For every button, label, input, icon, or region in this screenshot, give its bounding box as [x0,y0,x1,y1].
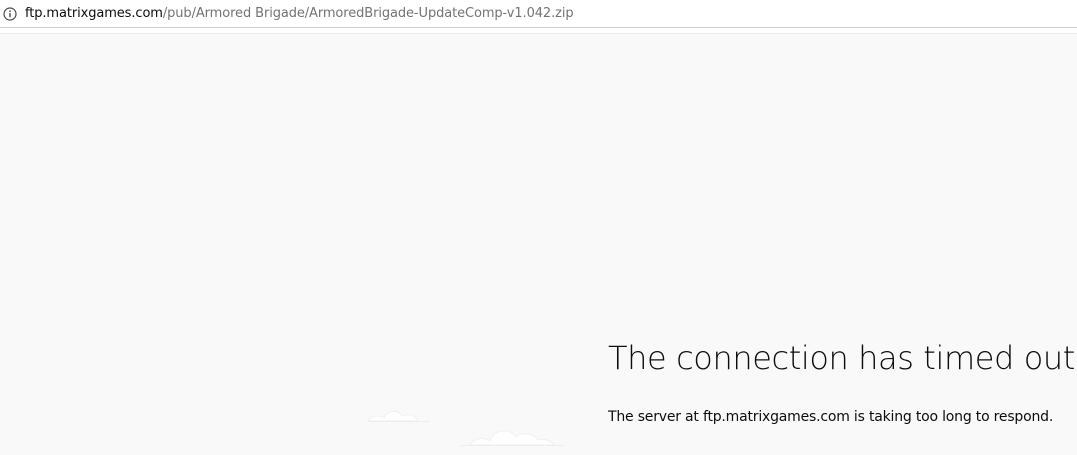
url-path: /pub/Armored Brigade/ArmoredBrigade-Upda… [162,6,574,21]
error-page [0,34,1077,451]
address-bar[interactable]: ftp.matrixgames.com/pub/Armored Brigade/… [0,0,1077,28]
url-domain: ftp.matrixgames.com [25,6,163,21]
clouds-icon [360,400,600,451]
url-text[interactable]: ftp.matrixgames.com/pub/Armored Brigade/… [25,5,574,23]
error-description: The server at ftp.matrixgames.com is tak… [608,409,1054,425]
info-circle-icon[interactable] [3,6,17,21]
error-title: The connection has timed out [608,339,1075,377]
